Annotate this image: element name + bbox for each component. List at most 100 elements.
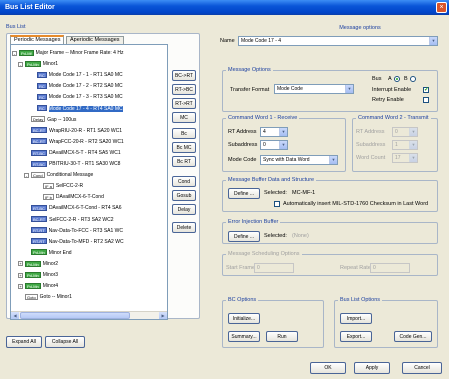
collapse-icon[interactable]: -	[18, 61, 23, 67]
apply-button[interactable]: Apply	[354, 362, 390, 374]
interrupt-enable-label: Interrupt Enable	[372, 87, 412, 93]
expand-icon[interactable]: +	[18, 283, 23, 289]
window-title: Bus List Editor	[5, 4, 55, 11]
chevron-down-icon[interactable]: ▼	[409, 128, 417, 136]
tree-row[interactable]: Pd-Mn Minor End	[31, 249, 72, 257]
rt-rt-button[interactable]: RT->RT	[172, 98, 196, 109]
rt-address-label: RT Address	[228, 129, 257, 135]
tree-row-label: Nav-Data-To-FCC - RT3 SA1 WC	[48, 227, 124, 234]
cw2-rt-address-select[interactable]: 0 ▼	[392, 127, 418, 137]
tree-row[interactable]: RC Mode Code 17 - 2 - RT2 SA0 MC	[37, 82, 123, 90]
tab-aperiodic-messages[interactable]: Aperiodic Messages	[66, 36, 124, 44]
tree-row[interactable]: IF b DAvailMCX-6-T-Cond	[43, 193, 104, 201]
tree-row-label: Mode Code 17 - 1 - RT1 SA0 MC	[48, 72, 123, 79]
expand-icon[interactable]: +	[18, 261, 23, 267]
rt-address-select[interactable]: 4 ▼	[260, 127, 288, 137]
retry-enable-checkbox[interactable]	[423, 97, 429, 103]
tree-row[interactable]: RC Mode Code 17 - 3 - RT3 SA0 MC	[37, 93, 123, 101]
tree-row-label: DAvailMCX-5-T - RT4 SA5 WC1	[48, 149, 121, 156]
tree-row[interactable]: RT-RT Nav-Data-To-MFD - RT2 SA2 WC	[31, 238, 124, 246]
tree-row[interactable]: RC Mode Code 17 - 1 - RT1 SA0 MC	[37, 71, 123, 79]
collapse-icon[interactable]: -	[12, 50, 17, 56]
chevron-down-icon[interactable]: ▼	[409, 141, 417, 149]
close-button[interactable]: ×	[436, 2, 447, 13]
broadcast-mc-button[interactable]: Bc MC	[172, 142, 196, 153]
define-buffer-button[interactable]: Define ...	[228, 188, 260, 199]
expand-icon[interactable]: +	[18, 272, 23, 278]
tree-row[interactable]: RT-RT Nav-Data-To-FCC - RT3 SA1 WC	[31, 227, 123, 235]
tree-row[interactable]: BC-RT SelFCC-2-R - RT3 SA2 WC2	[31, 216, 114, 224]
tree-row[interactable]: RT-BC DAvailMCX-6-T-Cond - RT4 SA6	[31, 204, 122, 212]
define-error-button[interactable]: Define ...	[228, 231, 260, 242]
transfer-format-select[interactable]: Mode Code ▼	[274, 84, 354, 94]
chevron-down-icon[interactable]: ▼	[409, 154, 417, 162]
tree-row[interactable]: BC-RT WrapRIU-20-R - RT1 SA20 WC1	[31, 127, 122, 135]
interrupt-enable-checkbox[interactable]	[423, 86, 429, 93]
bus-a-radio[interactable]	[394, 76, 400, 82]
export-button[interactable]: Export...	[340, 331, 372, 342]
gosub-button[interactable]: Gosub	[172, 190, 196, 201]
tree-row[interactable]: Pd-Mf Major Frame -- Minor Frame Rate: 4 …	[19, 49, 123, 57]
tree-row-label: Mode Code 17 - 3 - RT3 SA0 MC	[48, 94, 123, 101]
bus-label: Bus	[372, 76, 382, 82]
delete-button[interactable]: Delete	[172, 222, 196, 233]
scroll-thumb[interactable]	[20, 312, 130, 319]
collapse-all-button[interactable]: Collapse All	[45, 336, 85, 348]
run-button[interactable]: Run	[266, 331, 298, 342]
tree-row[interactable]: Pd-Mn Minor2	[25, 260, 58, 268]
repeat-rate-field[interactable]: 0	[370, 263, 410, 273]
expand-all-button[interactable]: Expand All	[6, 336, 42, 348]
tree-row[interactable]: Pd-Mn Minor1	[25, 60, 58, 68]
transfer-format-label: Transfer Format	[230, 87, 270, 93]
tree-row[interactable]: BC-RT WrapFCC-20-R - RT2 SA20 WC1	[31, 138, 124, 146]
tree-row[interactable]: Delay Gap -- 100us	[31, 116, 76, 124]
ok-button[interactable]: OK	[310, 362, 346, 374]
delay-button[interactable]: Delay	[172, 204, 196, 215]
message-tree[interactable]: - Pd-Mf Major Frame -- Minor Frame Rate: 4…	[10, 44, 168, 320]
message-type-icon: RT-BC	[31, 160, 47, 167]
tree-row[interactable]: Pd-Mn Minor3	[25, 271, 58, 279]
broadcast-rt-button[interactable]: Bc RT	[172, 156, 196, 167]
message-type-icon: BC-RT	[31, 216, 48, 223]
subaddress-label: Subaddress	[228, 142, 258, 148]
checksum-checkbox[interactable]	[274, 201, 280, 207]
tree-row[interactable]: Cond Conditional Message	[31, 171, 93, 179]
import-button[interactable]: Import...	[340, 313, 372, 324]
chevron-down-icon[interactable]: ▼	[329, 156, 337, 164]
tab-periodic-messages[interactable]: Periodic Messages	[10, 35, 65, 44]
subaddress-value: 0	[263, 142, 266, 148]
cancel-button[interactable]: Cancel	[402, 362, 442, 374]
initialize-button[interactable]: Initialize...	[228, 313, 260, 324]
cw2-word-count-select[interactable]: 17 ▼	[392, 153, 418, 163]
mode-code-select[interactable]: Sync with Data Word ▼	[260, 155, 338, 165]
message-type-icon: RT-RT	[31, 227, 47, 234]
chevron-down-icon[interactable]: ▼	[429, 37, 437, 45]
tree-row[interactable]: RT-BC PBITRIU-30-T - RT1 SA30 WC8	[31, 160, 120, 168]
cw2-rt-address-value: 0	[395, 129, 398, 135]
tree-row[interactable]: IF a SelFCC-2-R	[43, 182, 83, 190]
tree-row[interactable]: RT-BC DAvailMCX-5-T - RT4 SA5 WC1	[31, 149, 121, 157]
chevron-down-icon[interactable]: ▼	[345, 85, 353, 93]
bc-rt-button[interactable]: BC->RT	[172, 70, 196, 81]
scroll-left-icon[interactable]: ◀	[11, 312, 19, 319]
scroll-right-icon[interactable]: ▶	[159, 312, 167, 319]
collapse-icon[interactable]: -	[24, 172, 29, 178]
cw2-subaddress-select[interactable]: 1 ▼	[392, 140, 418, 150]
chevron-down-icon[interactable]: ▼	[279, 141, 287, 149]
rt-bc-button[interactable]: RT->BC	[172, 84, 196, 95]
summary-button[interactable]: Summary...	[228, 331, 260, 342]
bus-b-radio[interactable]	[410, 76, 416, 82]
transfer-format-value: Mode Code	[277, 86, 303, 92]
conditional-button[interactable]: Cond	[172, 176, 196, 187]
tree-row[interactable]: RC Mode Code 17 - 4 - RT4 SA0 MC	[37, 105, 123, 113]
tree-row[interactable]: Goto Goto -- Minor1	[25, 293, 72, 301]
tree-horizontal-scrollbar[interactable]: ◀ ▶	[11, 311, 167, 319]
subaddress-select[interactable]: 0 ▼	[260, 140, 288, 150]
mode-code-button[interactable]: MC	[172, 112, 196, 123]
chevron-down-icon[interactable]: ▼	[279, 128, 287, 136]
code-gen-button[interactable]: Code Gen...	[394, 331, 432, 342]
name-field[interactable]: Mode Code 17 - 4 ▼	[238, 36, 438, 46]
tree-row[interactable]: Pd-Mn Minor4	[25, 282, 58, 290]
start-frame-field[interactable]: 0	[254, 263, 294, 273]
broadcast-button[interactable]: Bc	[172, 128, 196, 139]
